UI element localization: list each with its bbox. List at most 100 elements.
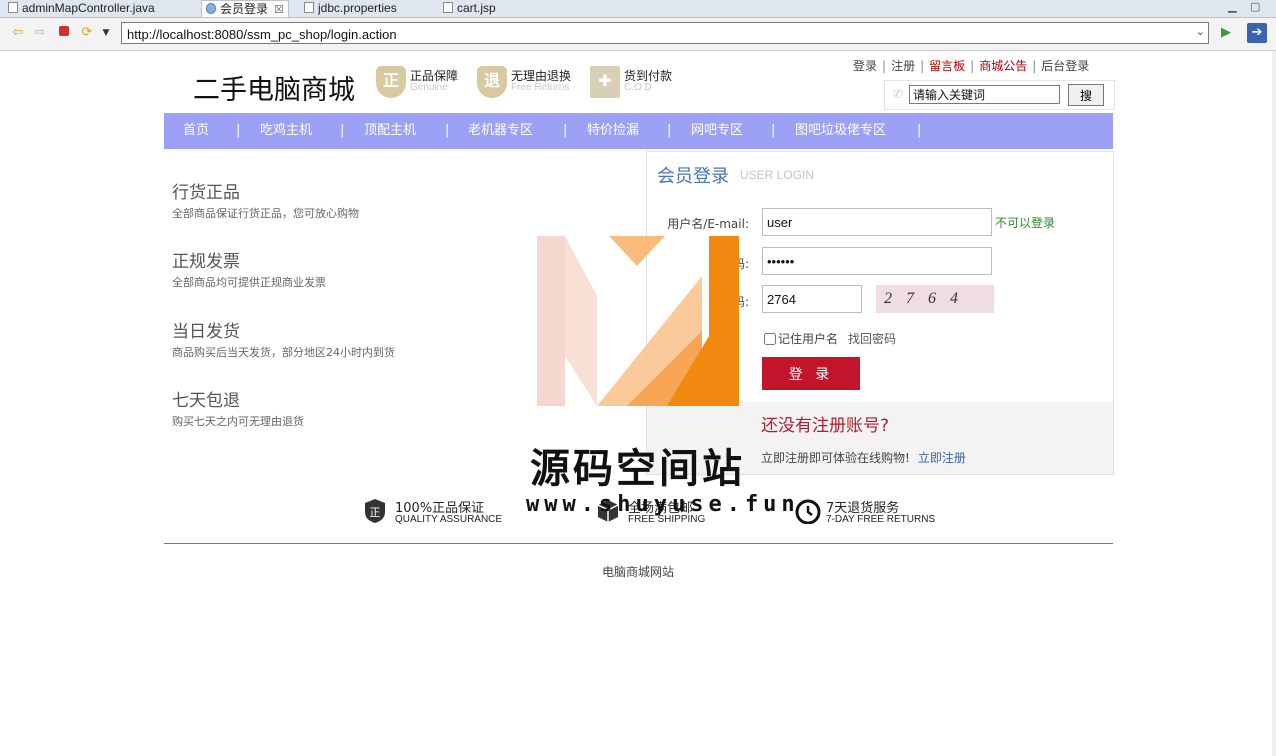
watermark-logo	[537, 236, 739, 406]
nav-item-home[interactable]: 首页	[183, 113, 209, 149]
tab-admin-map-controller[interactable]: adminMapController.java	[8, 0, 155, 16]
remember-checkbox[interactable]	[764, 333, 776, 345]
register-link[interactable]: 注册	[891, 57, 915, 74]
url-input[interactable]	[125, 24, 1189, 44]
feature-desc: 购买七天之内可无理由退货	[172, 415, 304, 428]
stop-icon[interactable]	[56, 25, 72, 41]
tab-label: jdbc.properties	[318, 1, 397, 15]
username-status: 不可以登录	[995, 216, 1056, 230]
browser-toolbar: ⇦ ⇨ ⟳ ▼ ⌄ ▶ ➔	[0, 18, 1276, 51]
nav-separator: |	[236, 123, 241, 138]
admin-login-link[interactable]: 后台登录	[1041, 57, 1089, 74]
divider	[164, 543, 1113, 544]
feature-desc: 全部商品保证行货正品，您可放心购物	[172, 207, 359, 220]
nav-separator: |	[667, 123, 672, 138]
chevron-down-icon[interactable]: ▼	[98, 25, 114, 41]
shield-icon: 正	[365, 499, 385, 523]
nav-separator: |	[771, 123, 776, 138]
nav-item-internet-cafe[interactable]: 网吧专区	[691, 113, 743, 149]
minimize-icon[interactable]: ▁	[1228, 0, 1236, 13]
maximize-icon[interactable]: ▢	[1250, 0, 1260, 13]
site-logo[interactable]: 二手电脑商城	[193, 68, 355, 107]
refresh-icon[interactable]: ⟳	[79, 25, 95, 41]
tab-jdbc-properties[interactable]: jdbc.properties	[304, 0, 397, 16]
username-label: 用户名/E-mail:	[667, 217, 749, 231]
jsp-file-icon	[443, 2, 453, 13]
remember-label[interactable]: 记住用户名	[778, 332, 838, 346]
nav-item-top-config[interactable]: 顶配主机	[364, 113, 416, 149]
announcement-link[interactable]: 商城公告	[979, 57, 1027, 74]
editor-tab-bar: adminMapController.java 会员登录 ☒ jdbc.prope…	[0, 0, 1276, 18]
nav-separator: |	[445, 123, 450, 138]
back-icon[interactable]: ⇦	[10, 25, 26, 41]
svg-text:正: 正	[370, 506, 381, 519]
separator: |	[920, 59, 925, 73]
message-board-link[interactable]: 留言板	[929, 57, 965, 74]
register-text-row: 立即注册即可体验在线购物! 立即注册	[761, 449, 966, 466]
shield-return-icon: 退	[477, 66, 507, 98]
separator: |	[882, 59, 887, 73]
tab-cart-jsp[interactable]: cart.jsp	[443, 0, 496, 16]
login-title: 会员登录	[657, 166, 729, 187]
main-nav: 首页 | 吃鸡主机 | 顶配主机 | 老机器专区 | 特价捡漏 | 网吧专区 |…	[164, 113, 1113, 149]
separator: |	[970, 59, 975, 73]
feature-returns: 七天包退 购买七天之内可无理由退货	[172, 386, 304, 429]
close-icon[interactable]: ☒	[274, 4, 284, 16]
captcha-field[interactable]	[762, 285, 862, 313]
tab-label: 会员登录	[220, 2, 269, 16]
remember-row: 记住用户名 找回密码	[764, 330, 896, 347]
feature-desc: 全部商品均可提供正规商业发票	[172, 276, 326, 289]
window-edge	[1272, 51, 1276, 756]
phone-icon: ✆	[893, 87, 904, 101]
badge-subtitle: Free Returns	[511, 82, 570, 93]
feature-title: 正规发票	[172, 252, 240, 272]
nav-separator: |	[563, 123, 568, 138]
register-question: 还没有注册账号?	[761, 416, 890, 436]
forgot-password-link[interactable]: 找回密码	[848, 332, 896, 346]
tab-member-login[interactable]: 会员登录 ☒	[201, 0, 289, 17]
password-field[interactable]	[762, 247, 992, 275]
search-box: ✆ 搜	[884, 80, 1115, 110]
top-links: 登录 | 注册 | 留言板 | 商城公告 | 后台登录	[853, 57, 1089, 74]
captcha-image[interactable]: 2764	[876, 285, 994, 313]
footer-text: 电脑商城网站	[601, 565, 674, 579]
separator: |	[1032, 59, 1037, 73]
cod-icon: ✚	[590, 66, 620, 98]
login-button[interactable]: 登 录	[762, 357, 860, 390]
feature-title: 行货正品	[172, 183, 240, 203]
login-subtitle: USER LOGIN	[740, 168, 815, 182]
register-now-link[interactable]: 立即注册	[918, 451, 966, 465]
properties-file-icon	[304, 2, 314, 13]
register-text: 立即注册即可体验在线购物!	[761, 451, 910, 465]
badge-subtitle: Genuine	[410, 82, 448, 93]
feature-same-day: 当日发货 商品购买后当天发货，部分地区24小时内到货	[172, 317, 395, 360]
open-external-icon[interactable]: ➔	[1247, 23, 1267, 43]
nav-item-chicken[interactable]: 吃鸡主机	[260, 113, 312, 149]
nav-separator: |	[340, 123, 345, 138]
forward-icon[interactable]: ⇨	[32, 25, 48, 41]
feature-genuine: 行货正品 全部商品保证行货正品，您可放心购物	[172, 178, 359, 221]
guarantee-subtitle: QUALITY ASSURANCE	[395, 514, 503, 525]
tab-label: cart.jsp	[457, 1, 496, 15]
login-link[interactable]: 登录	[853, 57, 877, 74]
username-field[interactable]	[762, 208, 992, 236]
feature-invoice: 正规发票 全部商品均可提供正规商业发票	[172, 247, 326, 290]
watermark-title: 源码空间站	[530, 446, 745, 492]
address-bar[interactable]: ⌄	[121, 22, 1209, 44]
guarantee-subtitle: 7-DAY FREE RETURNS	[826, 514, 936, 525]
search-input[interactable]	[909, 85, 1060, 104]
go-icon[interactable]: ▶	[1218, 25, 1234, 41]
search-button[interactable]: 搜	[1068, 84, 1104, 106]
java-file-icon	[8, 2, 18, 13]
chevron-down-icon[interactable]: ⌄	[1196, 25, 1205, 38]
shield-zheng-icon: 正	[376, 66, 406, 98]
nav-separator: |	[917, 123, 922, 138]
feature-title: 当日发货	[172, 322, 240, 342]
feature-title: 七天包退	[172, 391, 240, 411]
tab-label: adminMapController.java	[22, 1, 155, 15]
nav-item-bargains[interactable]: 特价捡漏	[587, 113, 639, 149]
nav-item-old-machines[interactable]: 老机器专区	[468, 113, 533, 149]
nav-item-budget[interactable]: 图吧垃圾佬专区	[795, 113, 886, 149]
watermark-url: www.shuyuse.fun	[526, 492, 800, 517]
badge-subtitle: C.O.D	[624, 82, 652, 93]
